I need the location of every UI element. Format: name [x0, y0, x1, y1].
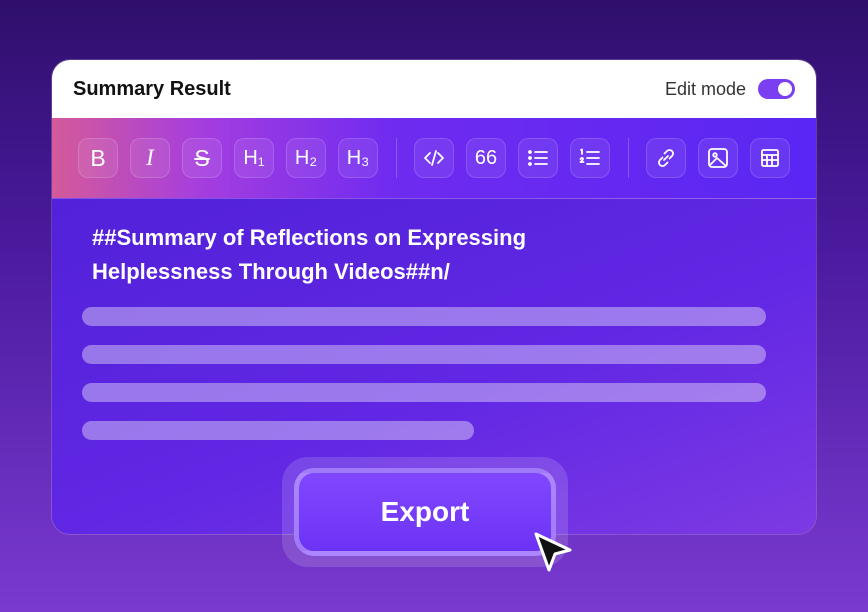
placeholder-line: [82, 383, 766, 402]
quote-button[interactable]: 66: [466, 138, 506, 178]
strikethrough-icon: S: [194, 144, 210, 171]
heading-3-button[interactable]: H₃: [338, 138, 378, 178]
code-button[interactable]: [414, 138, 454, 178]
bullet-list-button[interactable]: [518, 138, 558, 178]
mouse-pointer-icon: [534, 532, 572, 572]
table-icon: [761, 149, 779, 167]
bold-button[interactable]: B: [78, 138, 118, 178]
numbered-list-button[interactable]: [570, 138, 610, 178]
formatting-toolbar: B I S H₁ H₂ H₃ 66: [52, 118, 816, 198]
edit-mode-control: Edit mode: [665, 79, 795, 100]
heading-2-button[interactable]: H₂: [286, 138, 326, 178]
toggle-knob: [778, 82, 792, 96]
numbered-list-icon: [579, 148, 600, 165]
italic-button[interactable]: I: [130, 138, 170, 178]
heading-1-button[interactable]: H₁: [234, 138, 274, 178]
bold-icon: B: [90, 144, 106, 171]
toolbar-divider: [628, 138, 629, 178]
card-title: Summary Result: [73, 77, 231, 100]
heading-1-icon: H₁: [243, 146, 265, 169]
export-button[interactable]: Export: [294, 468, 556, 556]
edit-mode-toggle[interactable]: [758, 79, 795, 99]
image-icon: [708, 148, 728, 168]
table-button[interactable]: [750, 138, 790, 178]
summary-heading: ##Summary of Reflections on Expressing H…: [92, 225, 527, 284]
quote-icon: 66: [474, 146, 498, 169]
edit-mode-label: Edit mode: [664, 78, 746, 99]
italic-icon: I: [146, 145, 154, 170]
strikethrough-button[interactable]: S: [182, 138, 222, 178]
image-button[interactable]: [698, 138, 738, 178]
card-header: Summary Result Edit mode: [52, 60, 816, 118]
heading-3-icon: H₃: [346, 146, 370, 169]
toolbar-divider: [396, 138, 397, 178]
link-button[interactable]: [646, 138, 686, 178]
bullet-list-icon: [528, 150, 548, 166]
placeholder-line: [82, 421, 474, 440]
placeholder-line: [82, 345, 766, 364]
code-icon: [424, 150, 444, 166]
link-icon: [658, 149, 674, 167]
placeholder-line: [82, 307, 766, 326]
heading-2-icon: H₂: [294, 146, 318, 169]
